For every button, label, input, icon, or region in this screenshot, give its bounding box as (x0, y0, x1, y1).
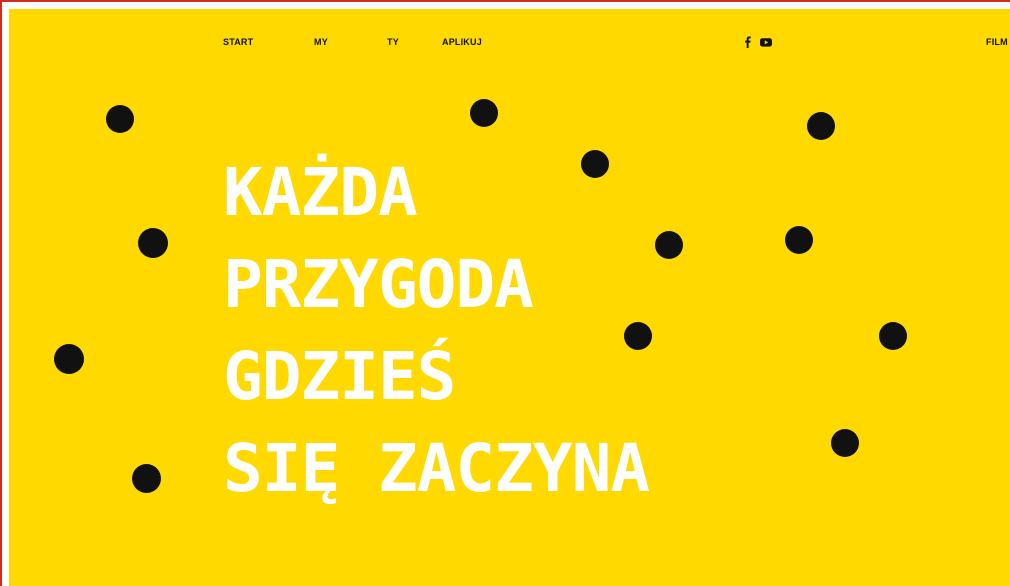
facebook-icon[interactable] (740, 35, 756, 49)
youtube-icon[interactable] (758, 35, 774, 49)
nav-my-link[interactable]: MY (314, 37, 328, 47)
decorative-dot (807, 112, 835, 140)
decorative-dot (655, 231, 683, 259)
decorative-dot (624, 322, 652, 350)
browser-frame: START MY TY APLIKUJ FILM KAŻDA PRZYGODA (0, 0, 1010, 586)
headline-line-2: PRZYGODA (223, 246, 534, 323)
nav-film-link[interactable]: FILM (986, 37, 1008, 47)
nav-aplikuj-link[interactable]: APLIKUJ (442, 37, 482, 47)
decorative-dot (106, 105, 134, 133)
headline-line-3: GDZIEŚ (223, 338, 456, 415)
decorative-dot (54, 344, 84, 374)
decorative-dot (785, 226, 813, 254)
nav-ty-link[interactable]: TY (387, 37, 399, 47)
decorative-dot (581, 150, 609, 178)
decorative-dot (132, 464, 161, 493)
decorative-dot (879, 322, 907, 350)
decorative-dot (138, 228, 168, 258)
hero-section: START MY TY APLIKUJ FILM KAŻDA PRZYGODA (9, 9, 1010, 586)
headline-line-4: SIĘ ZACZYNA (223, 430, 650, 507)
nav-start-link[interactable]: START (223, 37, 253, 47)
decorative-dot (831, 429, 859, 457)
hero-headline: KAŻDA PRZYGODA GDZIEŚ SIĘ ZACZYNA (223, 147, 650, 515)
decorative-dot (470, 99, 498, 127)
main-nav: START MY TY APLIKUJ FILM (9, 37, 1010, 57)
